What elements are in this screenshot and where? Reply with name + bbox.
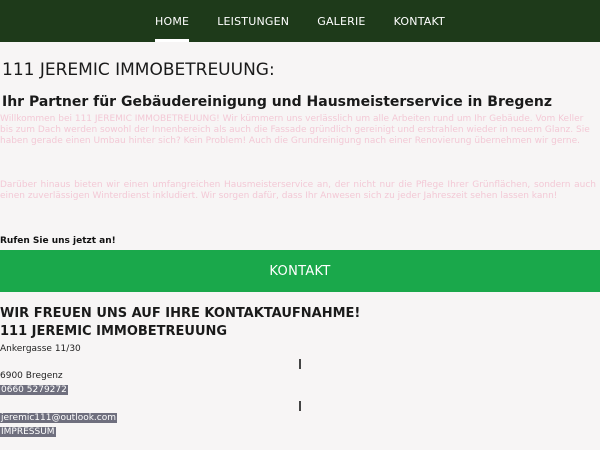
- call-to-action-text: Rufen Sie uns jetzt an!: [0, 236, 116, 246]
- intro-paragraph: Willkommen bei 111 JEREMIC IMMOBETREUUNG…: [0, 114, 590, 146]
- service-paragraph: Darüber hinaus bieten wir einen umfangre…: [0, 180, 596, 201]
- imprint-link[interactable]: IMPRESSUM: [0, 427, 56, 437]
- separator-2: [299, 401, 301, 411]
- nav-leistungen-label: LEISTUNGEN: [217, 14, 290, 28]
- page-subtitle: Ihr Partner für Gebäudereinigung und Hau…: [2, 94, 552, 110]
- nav-home-label: HOME: [155, 14, 190, 28]
- page-title: 111 JEREMIC IMMOBETREUUNG:: [2, 60, 275, 80]
- nav-galerie-label: GALERIE: [317, 14, 366, 28]
- main-content: 111 JEREMIC IMMOBETREUUNG: Ihr Partner f…: [0, 42, 600, 250]
- phone-row: 0660 5279272: [0, 385, 68, 395]
- contact-button-label: KONTAKT: [269, 263, 331, 279]
- contact-button[interactable]: KONTAKT: [0, 250, 600, 292]
- city-address: 6900 Bregenz: [0, 371, 63, 381]
- company-name: 111 JEREMIC IMMOBETREUUNG: [0, 324, 228, 339]
- phone-link[interactable]: 0660 5279272: [0, 385, 68, 395]
- nav-kontakt-label: KONTAKT: [393, 14, 445, 28]
- contact-heading: WIR FREUEN UNS AUF IHRE KONTAKTAUFNAHME!: [0, 306, 361, 321]
- email-row: jeremic111@outlook.com: [0, 413, 118, 423]
- nav-galerie[interactable]: GALERIE: [303, 0, 379, 42]
- nav-leistungen[interactable]: LEISTUNGEN: [203, 0, 303, 42]
- nav-home[interactable]: HOME: [141, 0, 203, 42]
- nav-kontakt[interactable]: KONTAKT: [380, 0, 459, 42]
- contact-section: WIR FREUEN UNS AUF IHRE KONTAKTAUFNAHME!…: [0, 292, 600, 450]
- top-navigation: HOME LEISTUNGEN GALERIE KONTAKT: [0, 0, 600, 42]
- street-address: Ankergasse 11/30: [0, 344, 81, 354]
- imprint-row: IMPRESSUM: [0, 427, 56, 437]
- separator-1: [299, 359, 301, 369]
- email-link[interactable]: jeremic111@outlook.com: [0, 413, 118, 423]
